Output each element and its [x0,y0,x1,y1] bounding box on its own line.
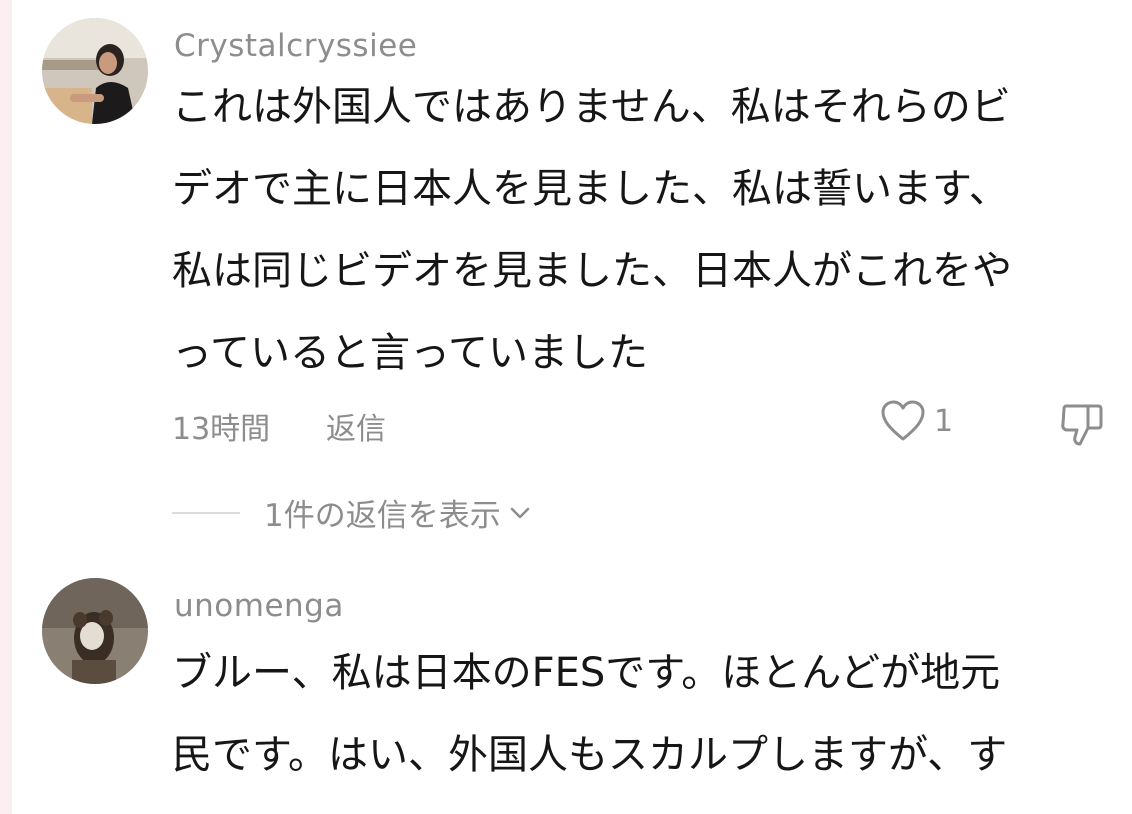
reply-button[interactable]: 返信 [326,404,386,448]
comment-username[interactable]: Crystalcryssiee [174,28,417,64]
comment-text-line: ブルー、私は日本のFESです。ほとんどが地元 [172,650,1001,696]
divider [172,511,240,514]
comment-timestamp: 13時間 [172,412,271,447]
view-replies-label: 1件の返信を表示 [264,498,501,534]
view-replies-button[interactable]: 1件の返信を表示 [172,490,531,535]
avatar[interactable] [42,578,148,684]
like-button[interactable]: 1 [880,400,953,442]
comment-item: Crystalcryssiee これは外国人ではありません、私はそれらのビ デオ… [0,0,1132,560]
comment-item: unomenga ブルー、私は日本のFESです。ほとんどが地元 民です。はい、外… [0,560,1132,814]
comment-text-line: これは外国人ではありません、私はそれらのビ [172,84,1011,130]
comment-text-line: 私は同じビデオを見ました、日本人がこれをや [172,248,1012,294]
comment-text-line: デオで主に日本人を見ました、私は誓います、 [172,166,1009,212]
heart-outline-icon [881,400,925,441]
dislike-button[interactable] [1058,400,1106,452]
comment-text-line: 民です。はい、外国人もスカルプしますが、す [172,732,1008,778]
comment-text-line: っていると言っていました [172,330,648,376]
comment-username[interactable]: unomenga [174,588,344,624]
user-photo-avatar-icon [42,18,148,124]
chevron-down-icon [510,507,529,518]
like-count: 1 [934,403,954,439]
user-photo-avatar-icon [42,578,148,684]
avatar[interactable] [42,18,148,124]
comment-body: これは外国人ではありません、私はそれらのビ デオで主に日本人を見ました、私は誓い… [172,66,1112,394]
thumbs-down-outline-icon [1061,404,1103,446]
comment-body: ブルー、私は日本のFESです。ほとんどが地元 民です。はい、外国人もスカルプしま… [172,632,1112,796]
